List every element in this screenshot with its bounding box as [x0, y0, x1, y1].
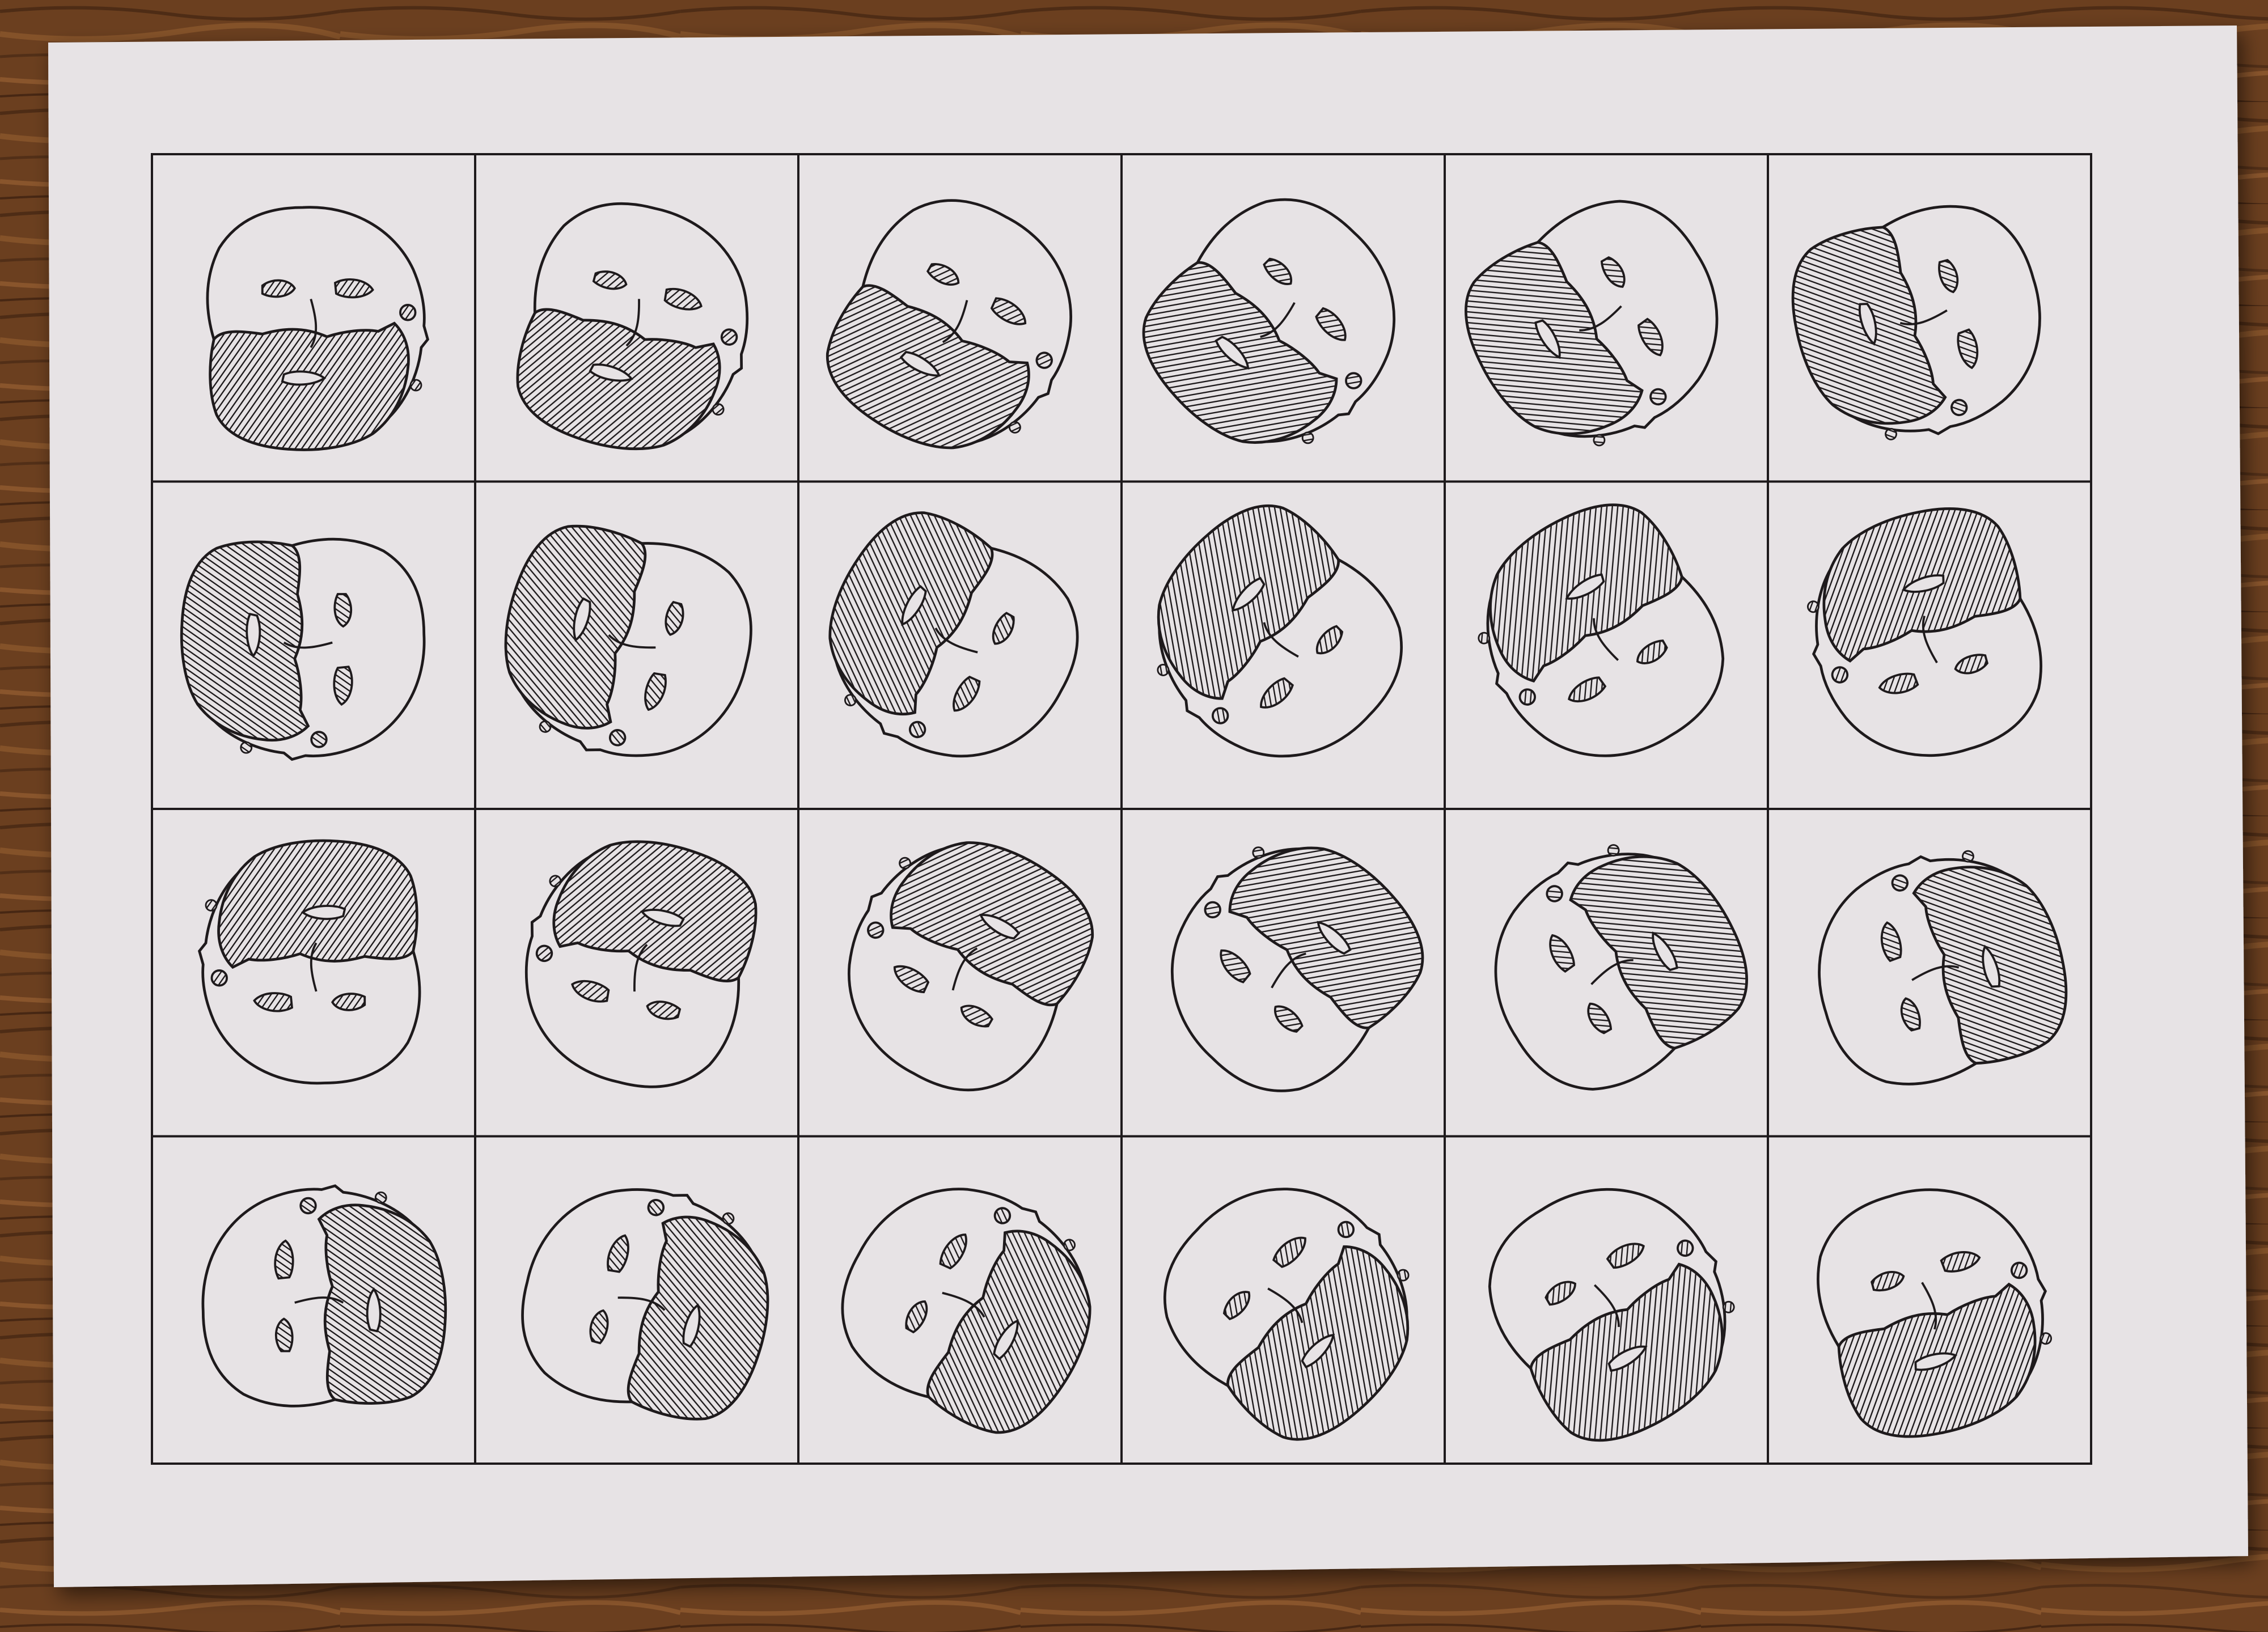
photo-scene [0, 0, 2268, 1632]
